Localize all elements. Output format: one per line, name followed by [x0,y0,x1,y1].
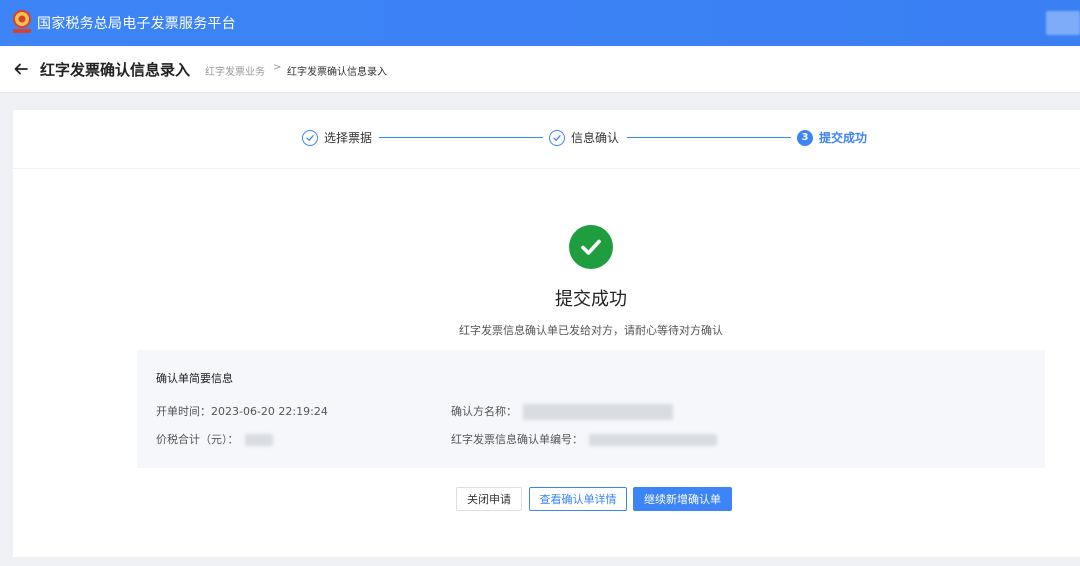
success-check-icon [569,225,613,269]
breadcrumb-current: 红字发票确认信息录入 [287,67,387,78]
page-title: 红字发票确认信息录入 [40,61,191,79]
issue-time-value: 2023-06-20 22:19:24 [211,405,328,418]
tax-emblem-icon [13,10,31,33]
page-header: 红字发票确认信息录入 红字发票业务 > 红字发票确认信息录入 [0,46,1080,93]
user-avatar[interactable] [1046,11,1080,35]
redacted-value [523,404,673,420]
confirmation-number-field: 红字发票信息确认单编号： [451,431,717,447]
step-submit-success: 3 提交成功 [797,129,867,146]
top-bar: 国家税务总局电子发票服务平台 [0,0,1080,46]
result-message: 红字发票信息确认单已发给对方，请耐心等待对方确认 [459,324,723,337]
step-label: 信息确认 [571,131,620,145]
redacted-value [244,434,273,446]
redacted-value [589,434,717,446]
step-confirm-info: 信息确认 [549,129,619,146]
total-amount-field: 价税合计（元）： [156,431,273,447]
continue-add-button[interactable]: 继续新增确认单 [633,487,732,511]
confirmation-number-label: 红字发票信息确认单编号： [451,433,583,446]
check-circle-icon [302,129,318,146]
breadcrumb-separator: > [273,62,282,73]
check-circle-icon [549,129,565,146]
summary-title: 确认单简要信息 [156,372,233,385]
confirmer-name-field: 确认方名称： [451,403,673,420]
summary-panel: 确认单简要信息 开单时间：2023-06-20 22:19:24 价税合计（元）… [137,350,1045,468]
step-label: 提交成功 [819,131,868,145]
issue-time-label: 开单时间： [156,405,211,418]
confirmer-name-label: 确认方名称： [451,405,517,418]
breadcrumb-item[interactable]: 红字发票业务 [205,63,265,78]
step-label: 选择票据 [324,131,373,145]
close-application-button[interactable]: 关闭申请 [456,487,522,511]
steps-bar: 选择票据 信息确认 3 提交成功 [13,110,1080,169]
step-connector [379,137,543,138]
view-details-button[interactable]: 查看确认单详情 [529,487,627,511]
result-title: 提交成功 [555,289,627,310]
step-connector [627,137,791,138]
app-title: 国家税务总局电子发票服务平台 [37,16,236,32]
total-amount-label: 价税合计（元）： [156,433,239,446]
back-arrow-icon[interactable] [13,61,29,77]
issue-time-field: 开单时间：2023-06-20 22:19:24 [156,403,328,419]
content-card: 选择票据 信息确认 3 提交成功 提交成功 红字发票信息确认单已发给对方，请耐心… [13,110,1080,557]
step-number: 3 [797,129,813,146]
step-select-ticket: 选择票据 [302,129,372,146]
